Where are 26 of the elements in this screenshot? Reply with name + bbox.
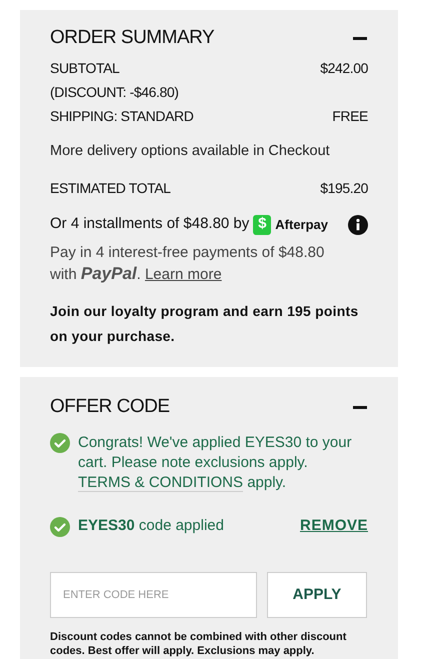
afterpay-text: Or 4 installments of $48.80 by — [50, 214, 250, 234]
paypal-text: Pay in 4 interest-free payments of $48.80 with PayPal. Learn more — [50, 242, 326, 285]
summary-label: SUBTOTAL — [50, 58, 120, 76]
summary-value: FREE — [332, 106, 368, 124]
apply-button[interactable]: APPLY — [267, 572, 367, 618]
check-circle-icon — [50, 516, 70, 536]
remove-button[interactable]: REMOVE — [300, 515, 368, 538]
code-input-field[interactable]: ENTER CODE HERE — [50, 572, 257, 618]
total-label: ESTIMATED TOTAL — [50, 179, 171, 198]
disclaimer-text: Discount codes cannot be combined with other discount codes. Best offer will apply. Exclusions may apply. — [50, 630, 348, 658]
success-message: Congrats! We've applied EYES30 to your cart. Please note exclusions apply. TERMS & CONDITIONS apply. — [78, 433, 353, 494]
summary-label: SHIPPING: STANDARD — [50, 106, 194, 124]
total-value: $195.20 — [320, 179, 368, 198]
summary-label: (DISCOUNT: -$46.80) — [50, 82, 179, 100]
applied-code-text: EYES30 code applied — [78, 516, 224, 536]
summary-value: $242.00 — [320, 58, 368, 76]
learn-more-link[interactable]: Learn more — [144, 266, 222, 283]
afterpay-logo-icon: $ — [253, 214, 272, 234]
panel-title: OFFER CODE — [50, 394, 170, 419]
info-icon[interactable] — [348, 214, 368, 234]
check-circle-icon — [50, 433, 70, 454]
afterpay-brand: Afterpay — [275, 216, 328, 234]
terms-link[interactable]: TERMS & CONDITIONS — [78, 474, 244, 492]
delivery-note: More delivery options available in Checkout — [50, 142, 331, 160]
panel-title: ORDER SUMMARY — [50, 26, 214, 50]
loyalty-text: Join our loyalty program and earn 195 points on your purchase. — [50, 302, 360, 346]
